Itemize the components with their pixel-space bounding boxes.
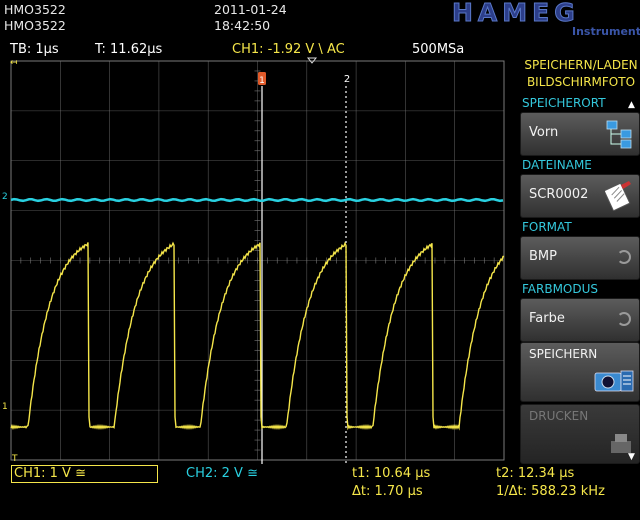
drucken-button[interactable]: DRUCKEN bbox=[520, 404, 640, 464]
model-name: HMO3522 bbox=[4, 2, 66, 17]
drucken-label: DRUCKEN bbox=[529, 409, 589, 423]
cursor-2-label[interactable]: 2 bbox=[344, 74, 350, 85]
scroll-up-icon[interactable]: ▲ bbox=[628, 100, 635, 110]
menu-subtitle: BILDSCHIRMFOTO bbox=[526, 75, 636, 89]
speicherort-button[interactable]: Vorn bbox=[520, 112, 640, 156]
channel-2-marker[interactable]: 2 bbox=[2, 192, 8, 202]
rotary-knob-icon bbox=[617, 312, 631, 326]
brand-logo: HAMEG bbox=[452, 0, 580, 28]
speicherort-value: Vorn bbox=[529, 125, 559, 140]
channel-1-scale: CH1: 1 V ≅ bbox=[14, 466, 86, 481]
format-value: BMP bbox=[529, 249, 557, 264]
speichern-label: SPEICHERN bbox=[529, 347, 598, 361]
time-display: 18:42:50 bbox=[214, 18, 271, 33]
cursor-t1-readout: t1: 10.64 µs bbox=[352, 466, 431, 481]
farbmodus-label: FARBMODUS bbox=[522, 282, 599, 296]
cursor-frequency-readout: 1/Δt: 588.23 kHz bbox=[496, 484, 605, 499]
folder-tree-icon bbox=[606, 120, 632, 149]
format-button[interactable]: BMP bbox=[520, 236, 640, 280]
cursor-t2-readout: t2: 12.34 µs bbox=[496, 466, 575, 481]
trigger-level-marker[interactable]: T bbox=[11, 454, 18, 464]
graticule bbox=[10, 60, 505, 461]
timebase-readout[interactable]: TB: 1µs bbox=[10, 42, 59, 57]
camera-save-icon bbox=[594, 370, 634, 392]
dateiname-button[interactable]: SCR0002 bbox=[520, 174, 640, 218]
farbmodus-value: Farbe bbox=[529, 311, 565, 326]
waveform-display[interactable]: ↤ 1 2 2 1 T bbox=[0, 56, 516, 464]
channel-2-scale[interactable]: CH2: 2 V ≅ bbox=[186, 466, 258, 481]
trigger-info[interactable]: CH1: -1.92 V \ AC bbox=[232, 42, 345, 57]
channel-2-trace bbox=[10, 197, 504, 203]
speicherort-label: SPEICHERORT bbox=[522, 96, 606, 110]
speichern-button[interactable]: SPEICHERN bbox=[520, 342, 640, 402]
channel-1-scale-box[interactable]: CH1: 1 V ≅ bbox=[11, 465, 158, 483]
cursor-delta-t-readout: Δt: 1.70 µs bbox=[352, 484, 423, 499]
model-name-secondary: HMO3522 bbox=[4, 18, 66, 33]
trigger-time-readout[interactable]: T: 11.62µs bbox=[95, 42, 162, 57]
date-display: 2011-01-24 bbox=[214, 2, 287, 17]
scroll-down-icon[interactable]: ▼ bbox=[628, 452, 635, 462]
dateiname-value: SCR0002 bbox=[529, 187, 589, 202]
farbmodus-button[interactable]: Farbe bbox=[520, 298, 640, 342]
channel-1-marker[interactable]: 1 bbox=[2, 402, 8, 412]
menu-title: SPEICHERN/LADEN bbox=[524, 58, 638, 72]
format-label: FORMAT bbox=[522, 220, 572, 234]
sample-rate: 500MSa bbox=[412, 42, 465, 57]
brand-subtitle: Instruments bbox=[572, 25, 640, 38]
arrow-left-icon: ↤ bbox=[10, 58, 18, 68]
rotary-knob-icon bbox=[617, 250, 631, 264]
edit-file-icon bbox=[605, 181, 631, 211]
dateiname-label: DATEINAME bbox=[522, 158, 592, 172]
cursor-1-label: 1 bbox=[259, 76, 265, 86]
